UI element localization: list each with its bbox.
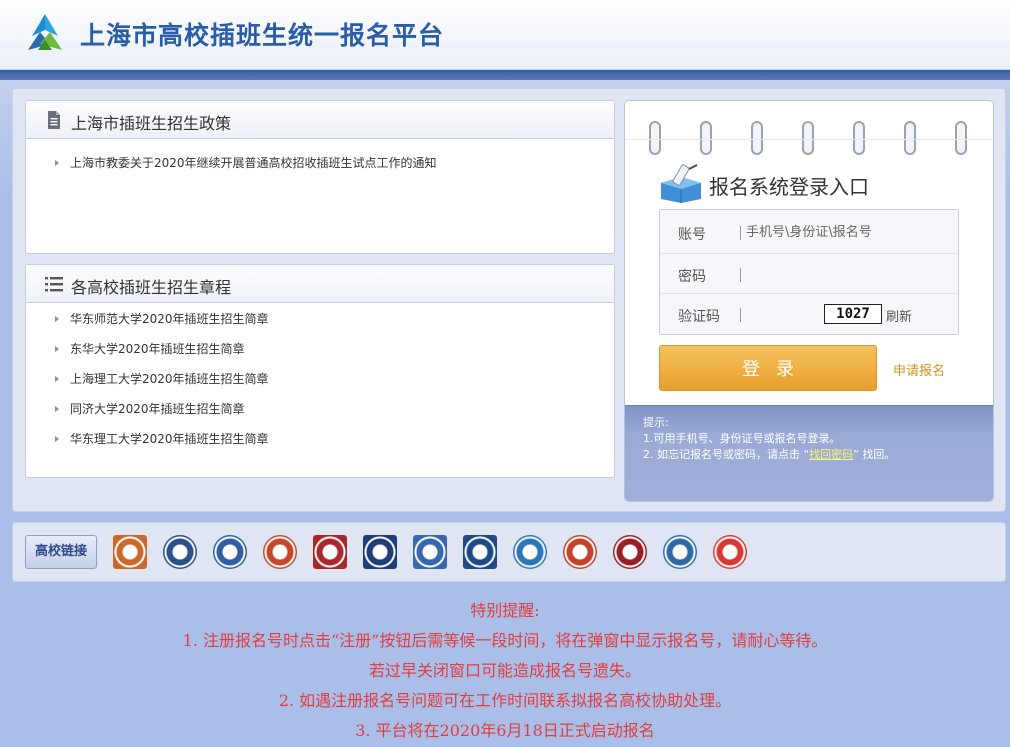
rules-panel: 各高校插班生招生章程 华东师范大学2020年插班生招生简章 东华大学2020年插… (25, 264, 615, 478)
univ-logo-8-icon[interactable] (463, 535, 497, 569)
binder-ring-icon (853, 121, 865, 155)
captcha-label: 验证码 (678, 309, 720, 325)
univ-logo-12-icon[interactable] (663, 535, 697, 569)
tip-line-1: 1.可用手机号、身份证号或报名号登录。 (643, 432, 841, 445)
mountain-logo-icon[interactable] (24, 12, 66, 52)
tips-title: 提示: (643, 416, 669, 429)
rules-link[interactable]: 华东师范大学2020年插班生招生简章 (70, 312, 269, 326)
tip-line-2: 2. 如忘记报名号或密码，请点击 “找回密码” 找回。 (643, 446, 895, 462)
password-row: 密码 (660, 253, 958, 293)
rules-panel-title: 各高校插班生招生章程 (71, 278, 232, 297)
captcha-row: 验证码 1027 刷新 (660, 293, 958, 333)
univ-logo-11-icon[interactable] (613, 535, 647, 569)
policy-list: 上海市教委关于2020年继续开展普通高校招收插班生试点工作的通知 (26, 148, 614, 178)
univ-logo-9-icon[interactable] (513, 535, 547, 569)
binder-ring-icon (751, 121, 763, 155)
policy-link[interactable]: 上海市教委关于2020年继续开展普通高校招收插班生试点工作的通知 (70, 156, 437, 170)
univ-logo-2-icon[interactable] (163, 535, 197, 569)
univ-logo-1-icon[interactable] (113, 535, 147, 569)
binder-line (625, 139, 993, 140)
login-tips: 提示: 1.可用手机号、身份证号或报名号登录。 2. 如忘记报名号或密码，请点击… (625, 405, 993, 501)
password-label: 密码 (678, 269, 706, 285)
rules-panel-header: 各高校插班生招生章程 (26, 265, 614, 303)
binder-ring-icon (904, 121, 916, 155)
univ-logo-7-icon[interactable] (413, 535, 447, 569)
document-icon (48, 111, 60, 129)
policy-panel-title: 上海市插班生招生政策 (71, 114, 232, 133)
refresh-captcha-link[interactable]: 刷新 (886, 306, 912, 325)
univ-logo-13-icon[interactable] (713, 535, 747, 569)
account-input[interactable] (746, 220, 946, 244)
login-card: 报名系统登录入口 账号 密码 验证码 1027 刷新 登录 申请报名 (624, 100, 994, 502)
field-separator (740, 268, 741, 282)
account-row: 账号 (660, 212, 958, 252)
university-links-label: 高校链接 (25, 535, 97, 569)
notice-line-1: 1. 注册报名号时点击“注册”按钮后需等候一段时间，将在弹窗中显示报名号，请耐心… (182, 631, 828, 650)
login-title: 报名系统登录入口 (709, 175, 869, 199)
rules-link[interactable]: 同济大学2020年插班生招生简章 (70, 402, 245, 416)
list-item[interactable]: 上海理工大学2020年插班生招生简章 (26, 364, 614, 394)
site-title: 上海市高校插班生统一报名平台 (80, 21, 445, 50)
captcha-image[interactable]: 1027 (824, 304, 882, 324)
login-button[interactable]: 登录 (659, 345, 877, 391)
univ-logo-5-icon[interactable] (313, 535, 347, 569)
special-notice: 特别提醒: 1. 注册报名号时点击“注册”按钮后需等候一段时间，将在弹窗中显示报… (0, 592, 1010, 742)
account-label: 账号 (678, 227, 706, 243)
list-icon (45, 277, 63, 292)
notice-line-2: 若过早关闭窗口可能造成报名号遗失。 (368, 661, 641, 680)
login-form: 账号 密码 验证码 1027 刷新 (659, 209, 959, 335)
apply-link[interactable]: 申请报名 (893, 360, 945, 379)
field-separator (740, 226, 741, 240)
list-item[interactable]: 东华大学2020年插班生招生简章 (26, 334, 614, 364)
university-links-bar: 高校链接 (12, 522, 1006, 582)
binder-ring-icon (802, 121, 814, 155)
policy-panel: 上海市插班生招生政策 上海市教委关于2020年继续开展普通高校招收插班生试点工作… (25, 100, 615, 254)
univ-logo-10-icon[interactable] (563, 535, 597, 569)
list-item[interactable]: 华东师范大学2020年插班生招生简章 (26, 304, 614, 334)
list-item[interactable]: 华东理工大学2020年插班生招生简章 (26, 424, 614, 454)
notice-title: 特别提醒: (470, 601, 540, 620)
tip-text: 2. 如忘记报名号或密码，请点击 “ (643, 448, 810, 461)
rules-list: 华东师范大学2020年插班生招生简章 东华大学2020年插班生招生简章 上海理工… (26, 304, 614, 454)
recover-password-link[interactable]: 找回密码 (809, 448, 853, 461)
notice-line-3: 2. 如遇注册报名号问题可在工作时间联系拟报名高校协助处理。 (278, 691, 732, 710)
binder-ring-icon (955, 121, 967, 155)
header-band (0, 70, 1010, 80)
rules-link[interactable]: 东华大学2020年插班生招生简章 (70, 342, 245, 356)
notice-line-4: 3. 平台将在2020年6月18日正式启动报名 (355, 721, 655, 740)
list-item[interactable]: 上海市教委关于2020年继续开展普通高校招收插班生试点工作的通知 (26, 148, 614, 178)
binder-ring-icon (700, 121, 712, 155)
password-input[interactable] (746, 262, 946, 286)
binder-ring-icon (649, 121, 661, 155)
login-card-top: 报名系统登录入口 账号 密码 验证码 1027 刷新 登录 申请报名 (625, 101, 993, 405)
captcha-input[interactable] (746, 302, 818, 326)
tip-text: ” 找回。 (853, 448, 896, 461)
univ-logo-6-icon[interactable] (363, 535, 397, 569)
rules-link[interactable]: 华东理工大学2020年插班生招生简章 (70, 432, 269, 446)
univ-logo-3-icon[interactable] (213, 535, 247, 569)
rules-link[interactable]: 上海理工大学2020年插班生招生简章 (70, 372, 269, 386)
policy-panel-header: 上海市插班生招生政策 (26, 101, 614, 139)
site-header: 上海市高校插班生统一报名平台 (0, 0, 1010, 70)
login-box-icon (661, 164, 701, 203)
list-item[interactable]: 同济大学2020年插班生招生简章 (26, 394, 614, 424)
univ-logo-4-icon[interactable] (263, 535, 297, 569)
field-separator (740, 308, 741, 322)
